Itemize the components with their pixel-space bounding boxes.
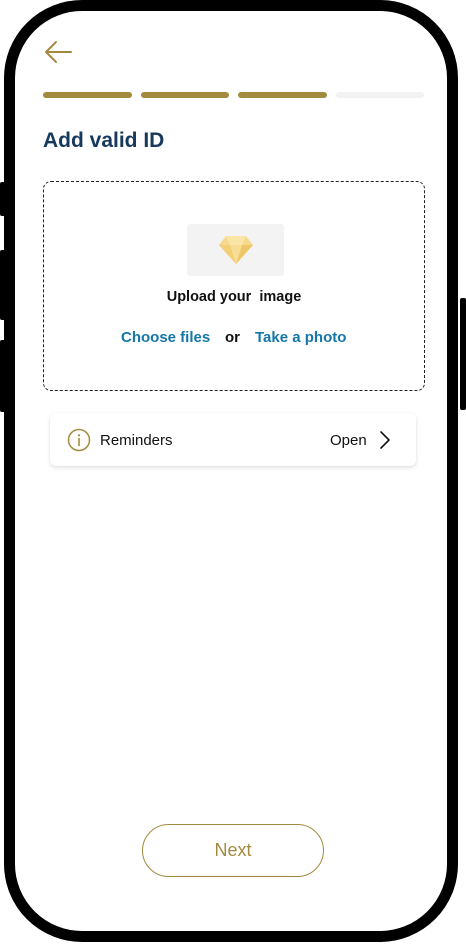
image-placeholder bbox=[187, 224, 284, 276]
page-title: Add valid ID bbox=[43, 129, 165, 152]
reminders-row[interactable]: Reminders Open bbox=[50, 413, 416, 466]
reminders-open-label: Open bbox=[330, 432, 367, 449]
upload-dropzone[interactable]: Upload your image Choose files or Take a… bbox=[43, 181, 425, 391]
choose-files-link[interactable]: Choose files bbox=[121, 329, 210, 346]
arrow-left-icon bbox=[45, 41, 72, 63]
or-separator: or bbox=[225, 329, 240, 346]
take-photo-link[interactable]: Take a photo bbox=[255, 329, 346, 346]
progress-step-4 bbox=[335, 92, 424, 98]
progress-step-2 bbox=[140, 92, 229, 98]
back-button[interactable] bbox=[43, 39, 73, 65]
progress-indicator bbox=[43, 92, 424, 98]
chevron-right-icon bbox=[380, 431, 390, 449]
diamond-icon bbox=[219, 236, 253, 264]
progress-step-1 bbox=[43, 92, 132, 98]
progress-step-3 bbox=[238, 92, 327, 98]
next-button[interactable]: Next bbox=[142, 824, 324, 877]
screen: Add valid ID Upload your image Choose fi… bbox=[0, 0, 466, 945]
reminders-label: Reminders bbox=[100, 432, 173, 449]
info-icon bbox=[67, 428, 91, 452]
upload-prompt: Upload your image bbox=[166, 289, 302, 305]
